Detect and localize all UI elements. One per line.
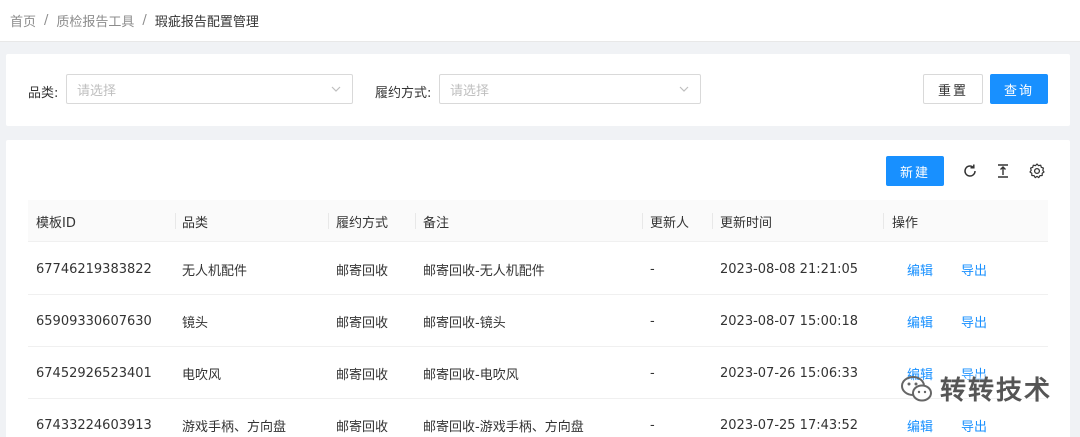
- cell-method: 邮寄回收: [336, 367, 389, 383]
- breadcrumb-home[interactable]: 首页: [10, 11, 36, 30]
- settings-icon[interactable]: [1028, 162, 1046, 180]
- watermark: 转转技术: [900, 370, 1052, 407]
- reset-button[interactable]: 重置: [923, 74, 983, 104]
- export-link[interactable]: 导出: [961, 243, 987, 295]
- filter-panel: 品类: 请选择 履约方式: 请选择 重置 查询: [6, 54, 1070, 126]
- chevron-down-icon: [331, 86, 341, 92]
- refresh-icon[interactable]: [961, 162, 979, 180]
- cell-method: 邮寄回收: [336, 263, 389, 279]
- cell-update-time: 2023-08-07 15:00:18: [720, 313, 859, 329]
- breadcrumb-current: 瑕疵报告配置管理: [154, 15, 259, 30]
- query-button[interactable]: 查询: [990, 74, 1048, 104]
- fulfillment-select[interactable]: 请选择: [439, 74, 701, 104]
- chevron-down-icon: [679, 86, 689, 92]
- column-divider: [712, 213, 713, 229]
- column-header-note: 备注: [423, 215, 450, 231]
- column-divider: [642, 213, 643, 229]
- breadcrumb: 首页 / 质检报告工具 / 瑕疵报告配置管理: [0, 0, 1080, 42]
- category-label: 品类:: [28, 86, 59, 101]
- cell-update-time: 2023-07-26 15:06:33: [720, 365, 859, 381]
- column-header-template-id: 模板ID: [36, 215, 76, 231]
- cell-note: 邮寄回收-电吹风: [423, 367, 519, 383]
- wechat-icon: [901, 375, 932, 401]
- cell-template-id: 67433224603913: [36, 417, 152, 433]
- table-header: 模板ID 品类 履约方式 备注 更新人 更新时间 操作: [28, 200, 1048, 242]
- column-header-update-time: 更新时间: [720, 215, 773, 231]
- breadcrumb-separator: /: [44, 13, 49, 28]
- breadcrumb-separator: /: [142, 13, 147, 28]
- column-divider: [883, 213, 884, 229]
- export-link[interactable]: 导出: [961, 295, 987, 347]
- table-row: 67746219383822 无人机配件 邮寄回收 邮寄回收-无人机配件 - 2…: [28, 243, 1048, 295]
- column-divider: [328, 213, 329, 229]
- cell-category: 无人机配件: [182, 263, 248, 279]
- cell-category: 游戏手柄、方向盘: [182, 419, 287, 435]
- cell-category: 镜头: [182, 315, 209, 331]
- cell-category: 电吹风: [182, 367, 222, 383]
- column-header-method: 履约方式: [336, 215, 389, 231]
- column-header-updater: 更新人: [650, 215, 690, 231]
- cell-method: 邮寄回收: [336, 419, 389, 435]
- cell-template-id: 67452926523401: [36, 365, 152, 381]
- cell-update-time: 2023-07-25 17:43:52: [720, 417, 859, 433]
- cell-update-time: 2023-08-08 21:21:05: [720, 261, 859, 277]
- edit-link[interactable]: 编辑: [907, 295, 933, 347]
- cell-updater: -: [650, 313, 655, 329]
- column-height-icon[interactable]: [994, 162, 1012, 180]
- cell-updater: -: [650, 365, 655, 381]
- fulfillment-placeholder: 请选择: [450, 83, 490, 99]
- table-row: 67433224603913 游戏手柄、方向盘 邮寄回收 邮寄回收-游戏手柄、方…: [28, 399, 1048, 437]
- cell-template-id: 65909330607630: [36, 313, 152, 329]
- table-row: 65909330607630 镜头 邮寄回收 邮寄回收-镜头 - 2023-08…: [28, 295, 1048, 347]
- table-row: 67452926523401 电吹风 邮寄回收 邮寄回收-电吹风 - 2023-…: [28, 347, 1048, 399]
- new-button[interactable]: 新建: [886, 156, 944, 186]
- column-header-actions: 操作: [892, 215, 919, 231]
- cell-note: 邮寄回收-游戏手柄、方向盘: [423, 419, 584, 435]
- cell-method: 邮寄回收: [336, 315, 389, 331]
- watermark-text: 转转技术: [940, 376, 1053, 406]
- column-header-category: 品类: [182, 215, 209, 231]
- breadcrumb-tools[interactable]: 质检报告工具: [56, 11, 134, 30]
- cell-updater: -: [650, 261, 655, 277]
- fulfillment-label: 履约方式:: [375, 86, 432, 101]
- cell-template-id: 67746219383822: [36, 261, 152, 277]
- category-placeholder: 请选择: [77, 83, 117, 99]
- category-select[interactable]: 请选择: [66, 74, 353, 104]
- edit-link[interactable]: 编辑: [907, 243, 933, 295]
- cell-note: 邮寄回收-无人机配件: [423, 263, 545, 279]
- cell-note: 邮寄回收-镜头: [423, 315, 506, 331]
- column-divider: [175, 213, 176, 229]
- cell-updater: -: [650, 417, 655, 433]
- column-divider: [415, 213, 416, 229]
